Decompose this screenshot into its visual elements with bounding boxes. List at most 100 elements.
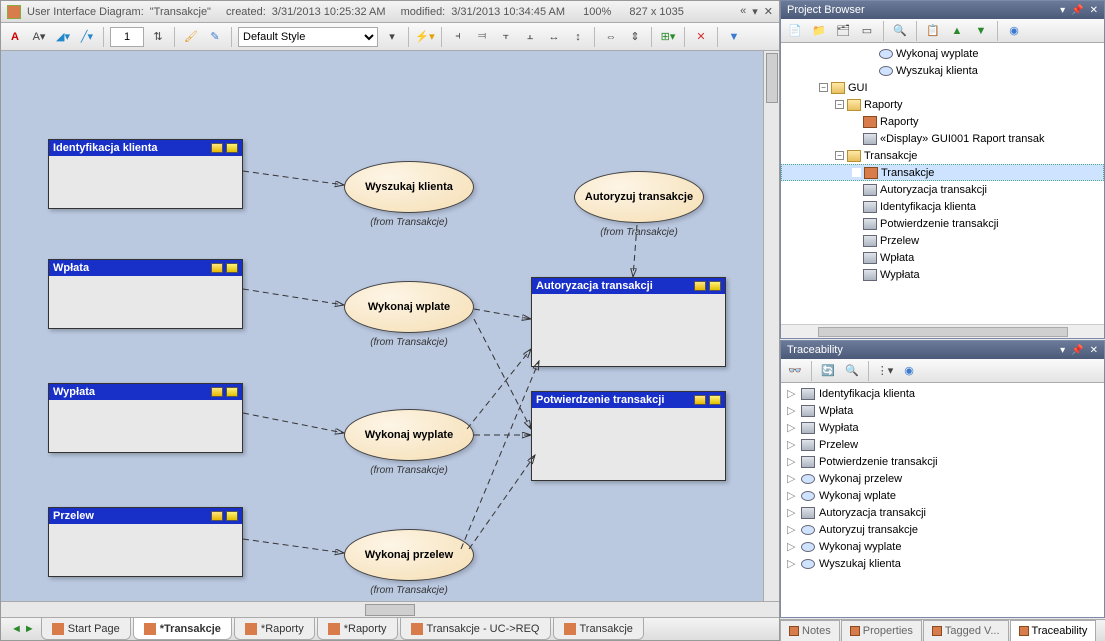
trace-item[interactable]: ▷Wpłata — [781, 402, 1104, 419]
expand-icon[interactable]: ▷ — [787, 489, 797, 502]
panel-pin-icon[interactable]: 📌 — [1071, 345, 1083, 356]
pb-item[interactable]: Wypłata — [781, 266, 1104, 283]
trace-item[interactable]: ▷Wyszukaj klienta — [781, 555, 1104, 572]
align-top-icon[interactable]: ⫟ — [496, 27, 516, 47]
minimize-icon[interactable] — [211, 263, 223, 273]
same-height-icon[interactable]: ↕ — [568, 27, 588, 47]
ui-frame-b4[interactable]: Przelew — [48, 507, 243, 577]
trace-item[interactable]: ▷Wykonaj wyplate — [781, 538, 1104, 555]
usecase-o5[interactable]: Autoryzuj transakcje — [574, 171, 704, 223]
trace-item[interactable]: ▷Autoryzacja transakcji — [781, 504, 1104, 521]
ui-frame-b2[interactable]: Wpłata — [48, 259, 243, 329]
align-left-icon[interactable]: ⫞ — [448, 27, 468, 47]
right-tab-2[interactable]: Tagged V... — [923, 620, 1009, 641]
expand-toggle-icon[interactable]: − — [819, 83, 828, 92]
trace-item[interactable]: ▷Przelew — [781, 436, 1104, 453]
pb-item[interactable]: Przelew — [781, 232, 1104, 249]
picker-icon[interactable]: ✎ — [205, 27, 225, 47]
pb-item[interactable]: −Raporty — [781, 96, 1104, 113]
delete-icon[interactable]: ✕ — [691, 27, 711, 47]
close-icon[interactable] — [709, 395, 721, 405]
expand-icon[interactable]: ▷ — [787, 404, 797, 417]
pb-hscroll[interactable] — [781, 324, 1104, 338]
refresh-icon[interactable]: 🔄 — [818, 361, 838, 381]
style-dropdown-icon[interactable]: ▾ — [382, 27, 402, 47]
usecase-o4[interactable]: Wykonaj przelew — [344, 529, 474, 581]
expand-icon[interactable]: ▷ — [787, 557, 797, 570]
filter-icon[interactable]: ▼ — [724, 27, 744, 47]
style-select[interactable]: Default Style — [238, 27, 378, 47]
tab-next-icon[interactable]: ► — [24, 623, 35, 635]
close-diagram-icon[interactable]: ✕ — [764, 5, 773, 18]
vertical-scrollbar[interactable] — [763, 51, 779, 601]
pb-item[interactable]: Raporty — [781, 113, 1104, 130]
fill-color-icon[interactable]: ◢▾ — [53, 27, 73, 47]
font-color-icon[interactable]: A — [5, 27, 25, 47]
pb-item[interactable]: Identyfikacja klienta — [781, 198, 1104, 215]
doc-icon[interactable]: 📋 — [923, 21, 943, 41]
pb-item[interactable]: Wykonaj wyplate — [781, 45, 1104, 62]
align-right-icon[interactable]: ⫤ — [472, 27, 492, 47]
trace-item[interactable]: ▷Autoryzuj transakcje — [781, 521, 1104, 538]
trace-item[interactable]: ▷Wypłata — [781, 419, 1104, 436]
trace-item[interactable]: ▷Wykonaj wplate — [781, 487, 1104, 504]
expand-icon[interactable]: ▷ — [787, 387, 797, 400]
tab-0[interactable]: Start Page — [41, 618, 131, 640]
ui-frame-b3[interactable]: Wypłata — [48, 383, 243, 453]
new-model-icon[interactable]: 📄 — [785, 21, 805, 41]
options-icon[interactable]: ⋮▾ — [875, 361, 895, 381]
close-icon[interactable] — [226, 143, 238, 153]
pb-item[interactable]: −GUI — [781, 79, 1104, 96]
close-icon[interactable] — [709, 281, 721, 291]
new-diagram-icon[interactable]: 🗂 — [833, 21, 853, 41]
close-icon[interactable] — [226, 387, 238, 397]
expand-icon[interactable]: ▷ — [787, 540, 797, 553]
collapse-up-icon[interactable]: « — [740, 5, 746, 18]
line-color-icon[interactable]: ╱▾ — [77, 27, 97, 47]
same-width-icon[interactable]: ↔ — [544, 27, 564, 47]
help-icon[interactable]: ◉ — [899, 361, 919, 381]
ui-frame-b1[interactable]: Identyfikacja klienta — [48, 139, 243, 209]
space-h-icon[interactable]: ⇔ — [601, 27, 621, 47]
pb-item[interactable]: Autoryzacja transakcji — [781, 181, 1104, 198]
help-icon[interactable]: ◉ — [1004, 21, 1024, 41]
tab-3[interactable]: *Raporty — [317, 618, 398, 640]
down-icon[interactable]: ▼ — [971, 21, 991, 41]
tab-prev-icon[interactable]: ◄ — [11, 623, 22, 635]
diagram-canvas[interactable]: Identyfikacja klienta Wpłata Wypłata Przele… — [1, 51, 779, 601]
trace-item[interactable]: ▷Wykonaj przelew — [781, 470, 1104, 487]
new-package-icon[interactable]: 📁 — [809, 21, 829, 41]
panel-dropdown-icon[interactable]: ▾ — [1060, 5, 1065, 16]
pb-item[interactable]: −Transakcje — [781, 147, 1104, 164]
locate-icon[interactable]: 🔍 — [842, 361, 862, 381]
panel-close-icon[interactable]: ✕ — [1090, 5, 1098, 16]
expand-toggle-icon[interactable]: − — [835, 100, 844, 109]
glasses-icon[interactable]: 👓 — [785, 361, 805, 381]
usecase-o1[interactable]: Wyszukaj klienta — [344, 161, 474, 213]
ui-frame-b5[interactable]: Autoryzacja transakcji — [531, 277, 726, 367]
panel-close-icon[interactable]: ✕ — [1090, 345, 1098, 356]
minimize-icon[interactable] — [694, 395, 706, 405]
trace-item[interactable]: ▷Identyfikacja klienta — [781, 385, 1104, 402]
right-tab-0[interactable]: Notes — [780, 620, 840, 641]
close-icon[interactable] — [226, 511, 238, 521]
minimize-icon[interactable] — [211, 511, 223, 521]
line-width-input[interactable] — [110, 27, 144, 47]
new-element-icon[interactable]: ▭ — [857, 21, 877, 41]
tab-5[interactable]: Transakcje — [553, 618, 644, 640]
trace-item[interactable]: ▷Potwierdzenie transakcji — [781, 453, 1104, 470]
close-icon[interactable] — [226, 263, 238, 273]
horizontal-scrollbar[interactable] — [1, 601, 779, 617]
expand-icon[interactable]: ▷ — [787, 438, 797, 451]
font-color-dropdown-icon[interactable]: A▾ — [29, 27, 49, 47]
tab-1[interactable]: *Transakcje — [133, 618, 232, 640]
minimize-icon[interactable] — [211, 143, 223, 153]
expand-icon[interactable]: ▷ — [787, 506, 797, 519]
ui-frame-b6[interactable]: Potwierdzenie transakcji — [531, 391, 726, 481]
dropdown-icon[interactable]: ▾ — [752, 5, 758, 18]
usecase-o2[interactable]: Wykonaj wplate — [344, 281, 474, 333]
pb-item[interactable]: Wyszukaj klienta — [781, 62, 1104, 79]
minimize-icon[interactable] — [694, 281, 706, 291]
tab-2[interactable]: *Raporty — [234, 618, 315, 640]
panel-dropdown-icon[interactable]: ▾ — [1060, 345, 1065, 356]
